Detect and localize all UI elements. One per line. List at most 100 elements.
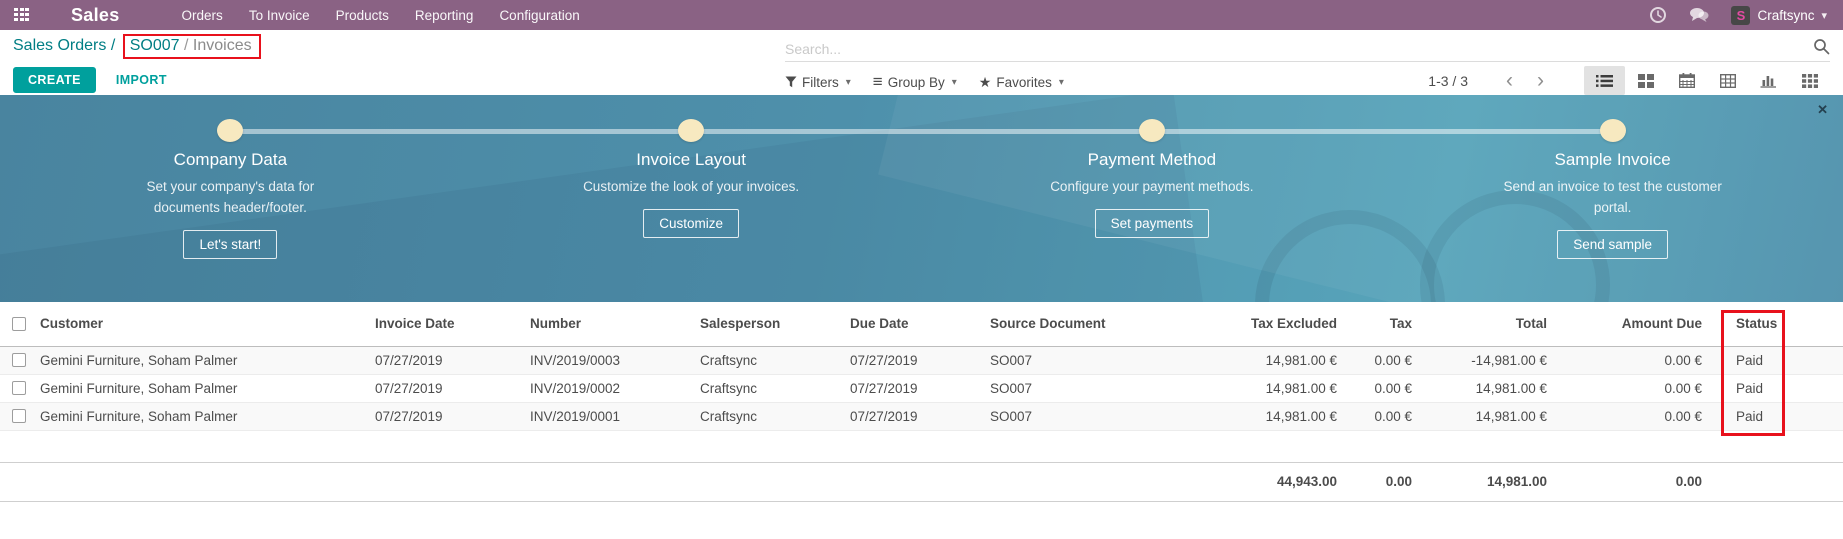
- step-action-button[interactable]: Set payments: [1095, 209, 1210, 238]
- menu-products[interactable]: Products: [336, 8, 389, 23]
- step-action-button[interactable]: Customize: [643, 209, 739, 238]
- user-name: Craftsync: [1757, 8, 1814, 23]
- cell-customer: Gemini Furniture, Soham Palmer: [40, 374, 375, 402]
- step-dot-icon: [1600, 119, 1626, 142]
- row-checkbox[interactable]: [12, 353, 26, 367]
- select-all-checkbox[interactable]: [12, 317, 26, 331]
- col-header-source-document[interactable]: Source Document: [990, 302, 1130, 346]
- favorites-dropdown[interactable]: ★ Favorites ▾: [979, 74, 1064, 91]
- cell-total: -14,981.00 €: [1420, 346, 1555, 374]
- pagination-range: 1-3 / 3: [1428, 73, 1468, 89]
- cell-total: 14,981.00 €: [1420, 374, 1555, 402]
- create-button[interactable]: CREATE: [13, 67, 96, 93]
- top-navbar: Sales Orders To Invoice Products Reporti…: [0, 0, 1843, 30]
- step-description: Set your company's data for documents he…: [113, 177, 348, 219]
- col-header-amount-due[interactable]: Amount Due: [1555, 302, 1710, 346]
- cell-invoice-date: 07/27/2019: [375, 346, 530, 374]
- user-menu[interactable]: S Craftsync ▾: [1731, 6, 1827, 25]
- table-row[interactable]: Gemini Furniture, Soham Palmer07/27/2019…: [0, 346, 1843, 374]
- star-icon: ★: [979, 74, 992, 91]
- menu-reporting[interactable]: Reporting: [415, 8, 474, 23]
- breadcrumb: Sales Orders / SO007 / Invoices: [13, 37, 261, 55]
- view-kanban-button[interactable]: [1625, 66, 1666, 95]
- row-checkbox[interactable]: [12, 409, 26, 423]
- search-bar: [785, 36, 1830, 62]
- cell-source-document: SO007: [990, 346, 1130, 374]
- invoice-list: Customer Invoice Date Number Salesperson…: [0, 302, 1843, 502]
- cell-customer: Gemini Furniture, Soham Palmer: [40, 346, 375, 374]
- cell-status: Paid: [1710, 374, 1843, 402]
- cell-tax-excluded: 14,981.00 €: [1130, 346, 1345, 374]
- table-row[interactable]: Gemini Furniture, Soham Palmer07/27/2019…: [0, 402, 1843, 430]
- col-header-total[interactable]: Total: [1420, 302, 1555, 346]
- banner-close-icon[interactable]: ✕: [1817, 102, 1828, 118]
- search-input[interactable]: [785, 41, 1813, 57]
- breadcrumb-so007[interactable]: SO007: [130, 37, 180, 54]
- user-avatar: S: [1731, 6, 1750, 25]
- cell-amount-due: 0.00 €: [1555, 346, 1710, 374]
- filters-dropdown[interactable]: Filters ▾: [785, 75, 851, 90]
- activities-clock-icon[interactable]: [1649, 6, 1667, 24]
- view-pivot-button[interactable]: [1707, 66, 1748, 95]
- step-title: Company Data: [0, 150, 461, 170]
- cell-salesperson: Craftsync: [700, 346, 850, 374]
- spacer-row: [0, 430, 1843, 462]
- cell-salesperson: Craftsync: [700, 402, 850, 430]
- messages-chat-icon[interactable]: [1689, 7, 1709, 23]
- pagination-next-button[interactable]: ›: [1525, 71, 1556, 91]
- user-menu-caret-icon: ▾: [1821, 9, 1827, 22]
- col-header-due-date[interactable]: Due Date: [850, 302, 990, 346]
- view-list-button[interactable]: [1584, 66, 1625, 95]
- col-header-invoice-date[interactable]: Invoice Date: [375, 302, 530, 346]
- col-header-customer[interactable]: Customer: [40, 302, 375, 346]
- cell-tax: 0.00 €: [1345, 374, 1420, 402]
- app-title: Sales: [71, 5, 120, 26]
- funnel-icon: [785, 76, 797, 88]
- col-header-number[interactable]: Number: [530, 302, 700, 346]
- group-by-caret-icon: ▾: [952, 77, 957, 88]
- summary-total: 14,981.00: [1420, 462, 1555, 501]
- breadcrumb-current: Invoices: [193, 37, 252, 54]
- breadcrumb-separator-2: /: [184, 37, 188, 54]
- step-description: Customize the look of your invoices.: [461, 177, 922, 198]
- cell-amount-due: 0.00 €: [1555, 374, 1710, 402]
- import-button[interactable]: IMPORT: [116, 73, 167, 87]
- group-by-dropdown[interactable]: ≡ Group By ▾: [873, 72, 957, 92]
- group-by-bars-icon: ≡: [873, 72, 883, 92]
- onboarding-banner: ✕ Company Data Set your company's data fo…: [0, 95, 1843, 302]
- step-dot-icon: [1139, 119, 1165, 142]
- summary-tax: 0.00: [1345, 462, 1420, 501]
- search-magnifier-icon[interactable]: [1813, 38, 1830, 60]
- cell-source-document: SO007: [990, 402, 1130, 430]
- favorites-caret-icon: ▾: [1059, 77, 1064, 88]
- col-header-tax[interactable]: Tax: [1345, 302, 1420, 346]
- step-description: Send an invoice to test the customer por…: [1500, 177, 1725, 219]
- col-header-tax-excluded[interactable]: Tax Excluded: [1130, 302, 1345, 346]
- pagination-prev-button[interactable]: ‹: [1494, 71, 1525, 91]
- onboarding-step-1: Company Data Set your company's data for …: [0, 95, 461, 302]
- view-graph-button[interactable]: [1748, 66, 1789, 95]
- cell-customer: Gemini Furniture, Soham Palmer: [40, 402, 375, 430]
- menu-orders[interactable]: Orders: [182, 8, 223, 23]
- cell-source-document: SO007: [990, 374, 1130, 402]
- row-checkbox[interactable]: [12, 381, 26, 395]
- cell-total: 14,981.00 €: [1420, 402, 1555, 430]
- onboarding-step-2: Invoice LayoutCustomize the look of your…: [461, 95, 922, 302]
- view-activity-button[interactable]: [1789, 66, 1830, 95]
- step-action-button[interactable]: Send sample: [1557, 230, 1668, 259]
- control-panel: Sales Orders / SO007 / Invoices CREATE I…: [0, 30, 1843, 95]
- menu-to-invoice[interactable]: To Invoice: [249, 8, 310, 23]
- apps-menu-icon[interactable]: [14, 8, 31, 23]
- col-header-salesperson[interactable]: Salesperson: [700, 302, 850, 346]
- cell-number: INV/2019/0002: [530, 374, 700, 402]
- col-header-status[interactable]: Status: [1710, 302, 1843, 346]
- table-row[interactable]: Gemini Furniture, Soham Palmer07/27/2019…: [0, 374, 1843, 402]
- view-calendar-button[interactable]: [1666, 66, 1707, 95]
- menu-configuration[interactable]: Configuration: [499, 8, 579, 23]
- cell-invoice-date: 07/27/2019: [375, 374, 530, 402]
- breadcrumb-sales-orders[interactable]: Sales Orders: [13, 37, 106, 54]
- step-title: Sample Invoice: [1382, 150, 1843, 170]
- view-switcher: [1584, 66, 1830, 95]
- filters-caret-icon: ▾: [846, 77, 851, 88]
- step-action-button[interactable]: Let's start!: [183, 230, 277, 259]
